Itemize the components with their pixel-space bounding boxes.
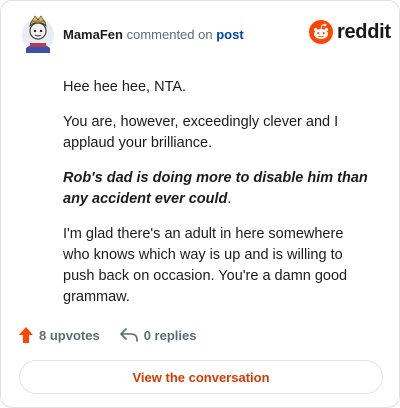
- brand-name: reddit: [337, 20, 391, 43]
- reddit-snoo-icon: [309, 20, 333, 44]
- upvote-count[interactable]: 8 upvotes: [19, 327, 100, 343]
- reddit-logo[interactable]: reddit: [309, 20, 391, 44]
- comment-stats: 8 upvotes 0 replies: [19, 327, 196, 343]
- author-name[interactable]: MamaFen: [63, 27, 123, 42]
- action-text: commented on: [126, 27, 213, 42]
- reply-count[interactable]: 0 replies: [119, 327, 197, 343]
- reply-arrow-icon: [119, 328, 138, 342]
- comment-paragraph: I'm glad there's an adult in here somewh…: [63, 226, 348, 305]
- upvote-label: 8 upvotes: [39, 327, 100, 343]
- post-link[interactable]: post: [216, 27, 243, 42]
- upvote-arrow-icon: [19, 327, 33, 343]
- paragraph-tail: .: [227, 191, 232, 207]
- emphasized-text: Rob's dad is doing more to disable him t…: [63, 170, 368, 207]
- comment-body: Hee hee hee, NTA. You are, however, exce…: [63, 77, 373, 322]
- comment-paragraph: You are, however, exceedingly clever and…: [63, 114, 339, 151]
- comment-paragraph: Hee hee hee, NTA.: [63, 79, 187, 95]
- comment-header: MamaFen commented on post: [63, 27, 244, 42]
- avatar[interactable]: [21, 15, 55, 53]
- reply-label: 0 replies: [143, 327, 197, 343]
- view-conversation-button[interactable]: View the conversation: [19, 360, 383, 394]
- comment-paragraph: Rob's dad is doing more to disable him t…: [63, 168, 373, 210]
- comment-embed-card: MamaFen commented on post reddit Hee hee…: [0, 0, 400, 408]
